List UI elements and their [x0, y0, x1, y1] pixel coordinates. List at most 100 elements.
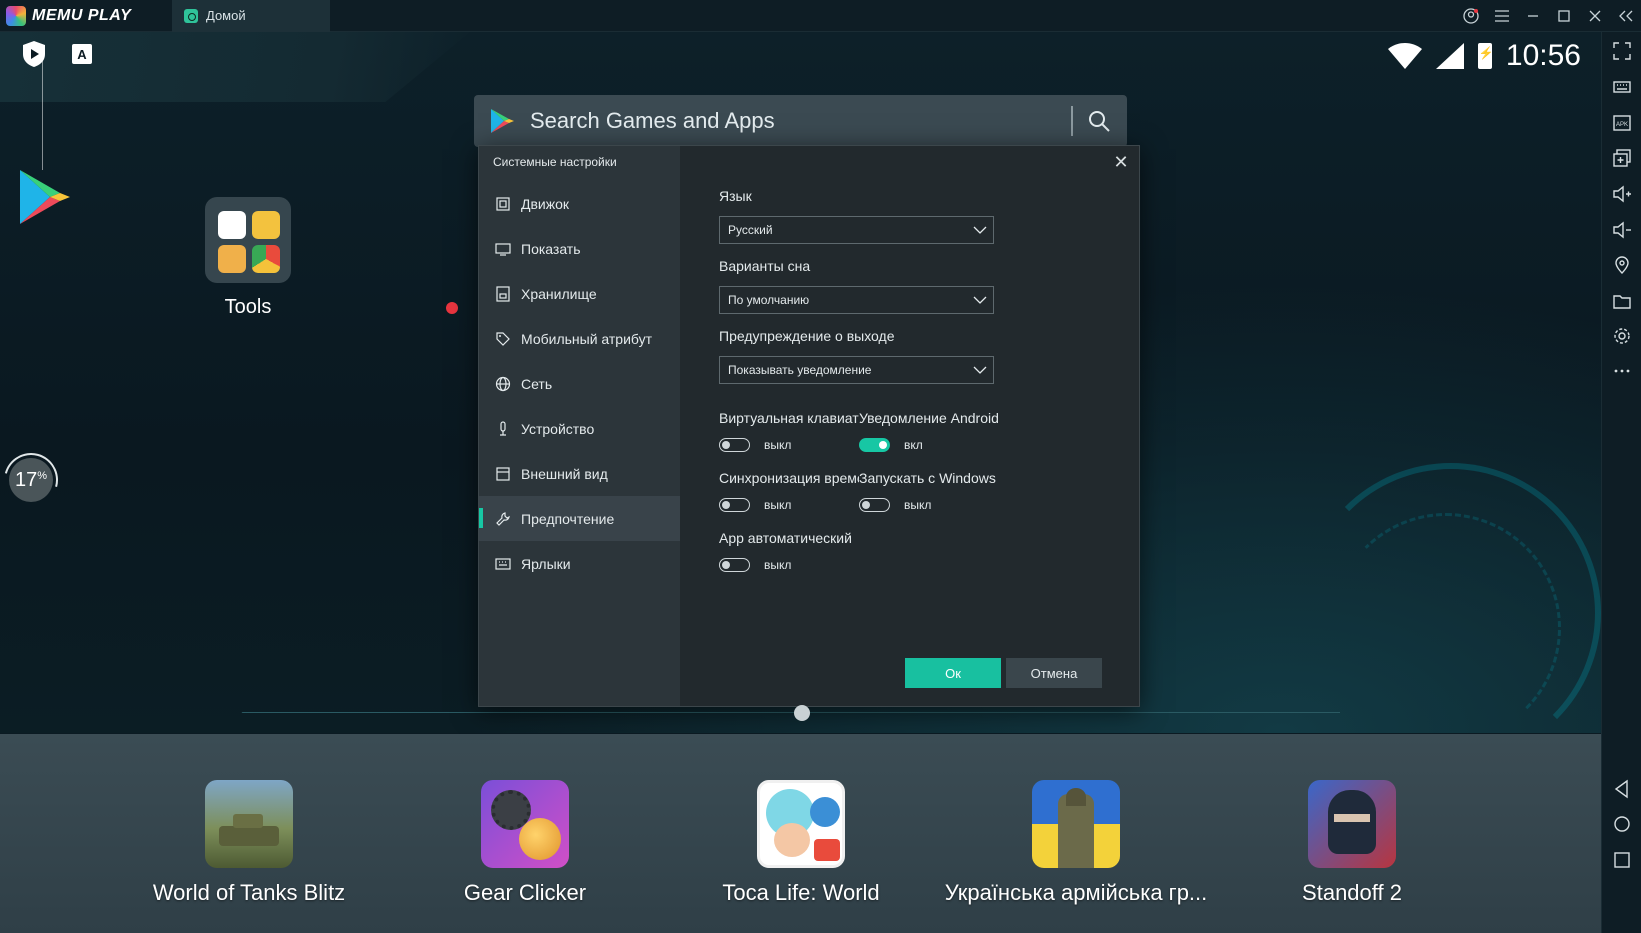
- gear-clicker-icon: [481, 780, 569, 868]
- storage-icon: [496, 285, 510, 302]
- chevron-down-icon: [973, 296, 987, 304]
- app-ukrainian-army[interactable]: Українська армійська гр...: [941, 780, 1211, 906]
- window-controls: [1455, 0, 1641, 32]
- app-gear-clicker[interactable]: Gear Clicker: [390, 780, 660, 906]
- cancel-button[interactable]: Отмена: [1006, 658, 1102, 688]
- virtual-keyboard-toggle[interactable]: [719, 438, 750, 452]
- chevron-down-icon: [973, 366, 987, 374]
- minimize-icon[interactable]: [1517, 0, 1548, 32]
- collapse-icon[interactable]: [1610, 0, 1641, 32]
- toca-life-icon: [757, 780, 845, 868]
- close-icon[interactable]: [1579, 0, 1610, 32]
- nav-storage-label: Хранилище: [521, 285, 597, 302]
- nav-engine[interactable]: Движок: [479, 181, 680, 226]
- google-icon: [218, 211, 246, 239]
- tools-folder[interactable]: [205, 197, 291, 283]
- app-label: Standoff 2: [1302, 880, 1402, 905]
- maximize-icon[interactable]: [1548, 0, 1579, 32]
- page-indicator[interactable]: [794, 705, 810, 721]
- language-value: Русский: [728, 223, 773, 237]
- nav-appearance[interactable]: Внешний вид: [479, 451, 680, 496]
- volume-down-icon[interactable]: [1611, 219, 1633, 241]
- menu-icon[interactable]: [1486, 0, 1517, 32]
- nav-mobile-attribute[interactable]: Мобильный атрибут: [479, 316, 680, 361]
- virtual-keyboard-toggle-row: выкл: [719, 438, 791, 452]
- language-label: Язык: [719, 188, 752, 204]
- standoff-icon: [1308, 780, 1396, 868]
- sleep-value: По умолчанию: [728, 293, 810, 307]
- app-world-of-tanks[interactable]: World of Tanks Blitz: [114, 780, 384, 906]
- decor-vertical-line: [42, 60, 43, 170]
- nav-storage[interactable]: Хранилище: [479, 271, 680, 316]
- app-auto-toggle-row: выкл: [719, 558, 791, 572]
- back-icon[interactable]: [1611, 778, 1633, 800]
- dialog-close-icon[interactable]: ✕: [1111, 152, 1131, 172]
- search-input[interactable]: [516, 108, 1071, 134]
- decor-line: [220, 712, 1340, 736]
- android-tab-icon: [184, 8, 198, 23]
- fullscreen-icon[interactable]: [1611, 40, 1633, 62]
- svg-text:A: A: [77, 47, 87, 62]
- svg-text:APK: APK: [1616, 122, 1628, 128]
- tab-home[interactable]: Домой: [172, 0, 330, 32]
- world-of-tanks-icon: [205, 780, 293, 868]
- memu-logo-icon: [6, 5, 26, 26]
- files-icon: [218, 245, 246, 273]
- recent-apps-icon[interactable]: [1611, 849, 1633, 871]
- monitor-icon: [495, 242, 511, 256]
- nav-preferences[interactable]: Предпочтение: [479, 496, 680, 541]
- app-label: Українська армійська гр...: [944, 880, 1208, 905]
- chip-icon: [496, 196, 510, 211]
- notes-icon: [252, 211, 280, 239]
- signal-icon: [1435, 43, 1464, 69]
- app-auto-state: выкл: [764, 558, 792, 572]
- android-notify-state: вкл: [904, 438, 923, 452]
- more-icon[interactable]: [1611, 360, 1633, 382]
- app-toca-life[interactable]: Toca Life: World: [666, 780, 936, 906]
- translate-icon[interactable]: A: [68, 40, 96, 68]
- nav-device-label: Устройство: [521, 420, 595, 437]
- time-sync-toggle[interactable]: [719, 498, 750, 512]
- app-auto-toggle[interactable]: [719, 558, 750, 572]
- wifi-icon: [1387, 43, 1422, 69]
- home-icon[interactable]: [1611, 813, 1633, 835]
- settings-dialog: Системные настройки ✕ Движок Показать Хр…: [478, 145, 1140, 707]
- decor-arc-dashed: [1331, 513, 1561, 743]
- wrench-icon: [496, 511, 510, 526]
- nav-display-label: Показать: [521, 240, 581, 257]
- exit-warning-value: Показывать уведомление: [728, 363, 872, 377]
- exit-warning-select[interactable]: Показывать уведомление: [719, 356, 994, 384]
- sleep-label: Варианты сна: [719, 258, 811, 274]
- apk-install-icon[interactable]: APK: [1611, 112, 1633, 134]
- search-divider: [1071, 106, 1073, 136]
- android-notify-toggle[interactable]: [859, 438, 890, 452]
- sleep-select[interactable]: По умолчанию: [719, 286, 994, 314]
- status-bar: 10:56: [1387, 36, 1581, 76]
- windows-start-toggle[interactable]: [859, 498, 890, 512]
- keyboard-mapping-icon[interactable]: [1611, 76, 1633, 98]
- shield-play-icon[interactable]: [20, 40, 48, 68]
- user-icon[interactable]: [1455, 0, 1486, 32]
- windows-start-label: Запускать с Windows: [859, 470, 996, 486]
- nav-network[interactable]: Сеть: [479, 361, 680, 406]
- nav-appearance-label: Внешний вид: [521, 465, 608, 482]
- chevron-down-icon: [973, 226, 987, 234]
- settings-nav: Движок Показать Хранилище Мобильный атри…: [479, 181, 680, 586]
- progress-indicator[interactable]: 17%: [9, 458, 53, 502]
- location-icon[interactable]: [1611, 254, 1633, 276]
- folder-icon[interactable]: [1611, 290, 1633, 312]
- right-toolbar: APK: [1601, 32, 1641, 933]
- multi-instance-icon[interactable]: [1611, 147, 1633, 169]
- nav-display[interactable]: Показать: [479, 226, 680, 271]
- settings-gear-icon[interactable]: [1611, 325, 1633, 347]
- window-icon: [496, 466, 510, 481]
- nav-device[interactable]: Устройство: [479, 406, 680, 451]
- search-icon[interactable]: [1087, 109, 1111, 133]
- ok-button[interactable]: Ок: [905, 658, 1001, 688]
- nav-shortcuts[interactable]: Ярлыки: [479, 541, 680, 586]
- language-select[interactable]: Русский: [719, 216, 994, 244]
- play-store-icon[interactable]: [18, 168, 72, 226]
- volume-up-icon[interactable]: [1611, 183, 1633, 205]
- app-label: World of Tanks Blitz: [152, 880, 346, 905]
- app-standoff[interactable]: Standoff 2: [1217, 780, 1487, 906]
